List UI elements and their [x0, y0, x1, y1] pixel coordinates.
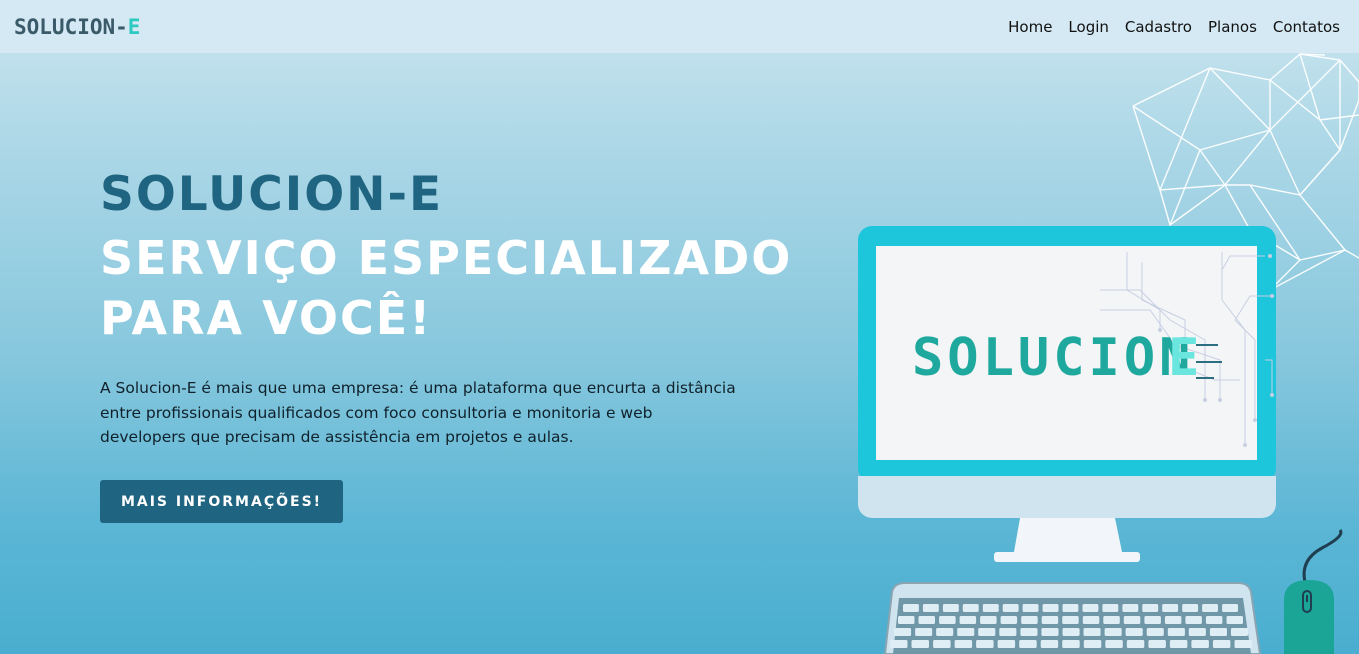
keyboard-key: [1188, 628, 1206, 636]
keyboard-key: [1105, 640, 1123, 648]
keyboard-key: [890, 640, 908, 648]
keyboard-key: [1082, 616, 1100, 624]
keyboard-key: [954, 640, 973, 648]
keyboard-key: [1022, 604, 1039, 612]
keyboard-key: [1167, 628, 1185, 636]
keyboard-key: [1202, 604, 1218, 612]
keyboard-key: [1083, 628, 1101, 636]
keyboard-key: [976, 640, 994, 648]
keyboard-key: [1040, 640, 1059, 648]
keyboard-key: [962, 604, 979, 612]
keyboard-key: [957, 628, 975, 636]
keyboard-key: [1230, 628, 1248, 636]
keyboard-key: [894, 628, 912, 636]
keyboard-key: [933, 640, 951, 648]
keyboard-key: [1142, 604, 1159, 612]
keyboard-key: [898, 616, 915, 624]
keyboard-key: [911, 640, 929, 648]
keyboard-key: [1212, 640, 1231, 648]
keyboard-key: [1226, 616, 1243, 624]
keyboard-key: [978, 628, 996, 636]
keyboard-key: [1000, 616, 1018, 624]
keyboard-key: [1169, 640, 1188, 648]
keyboard-key: [1234, 640, 1252, 648]
computer-illustration: SOLUCION E: [858, 53, 1359, 654]
keyboard-key: [915, 628, 933, 636]
keyboard-key: [1042, 604, 1059, 612]
keyboard-key: [903, 604, 919, 612]
keyboard-key: [1164, 616, 1182, 624]
keyboard-key: [1021, 616, 1038, 624]
keyboard-key: [918, 616, 935, 624]
keyboard-graphic: [883, 582, 1262, 654]
keyboard-key: [1062, 640, 1080, 648]
keyboard-key: [997, 640, 1016, 648]
keyboard-key: [1146, 628, 1164, 636]
keyboard-key: [1209, 628, 1227, 636]
keyboard-key: [1002, 604, 1019, 612]
keyboard-key: [1182, 604, 1199, 612]
keyboard-key: [1083, 640, 1102, 648]
keyboard-key: [982, 604, 999, 612]
keyboard-key: [1222, 604, 1238, 612]
keyboard-key: [999, 628, 1017, 636]
keyboard-key: [939, 616, 956, 624]
screen-logo-accent: E: [1168, 328, 1199, 388]
keyboard-key: [1062, 616, 1079, 624]
keyboard-key: [922, 604, 939, 612]
keyboard-key: [959, 616, 977, 624]
keyboard-key: [1126, 640, 1145, 648]
keyboard-key: [942, 604, 959, 612]
keyboard-key: [1103, 616, 1120, 624]
keyboard-key: [1020, 628, 1038, 636]
keyboard-key: [980, 616, 997, 624]
keyboard-key: [1082, 604, 1099, 612]
keyboard-key: [1041, 628, 1059, 636]
keyboard-key: [1125, 628, 1143, 636]
mouse-icon: [1284, 529, 1343, 654]
keyboard-key: [1191, 640, 1209, 648]
keyboard-key: [1205, 616, 1223, 624]
keyboard-key: [1041, 616, 1059, 624]
keyboard-key: [1162, 604, 1179, 612]
monitor-graphic: SOLUCION E: [858, 226, 1276, 562]
keyboard-key: [1144, 616, 1161, 624]
keyboard-key: [1104, 628, 1122, 636]
keyboard-key: [1123, 616, 1141, 624]
keyboard-key: [1185, 616, 1202, 624]
keyboard-key: [1122, 604, 1139, 612]
keyboard-key: [1062, 628, 1080, 636]
keyboard-key: [1148, 640, 1166, 648]
keyboard-key: [1019, 640, 1037, 648]
keyboard-key: [1062, 604, 1079, 612]
screen-logo-main: SOLUCION: [912, 328, 1194, 388]
keyboard-key: [936, 628, 954, 636]
keyboard-key: [1102, 604, 1119, 612]
